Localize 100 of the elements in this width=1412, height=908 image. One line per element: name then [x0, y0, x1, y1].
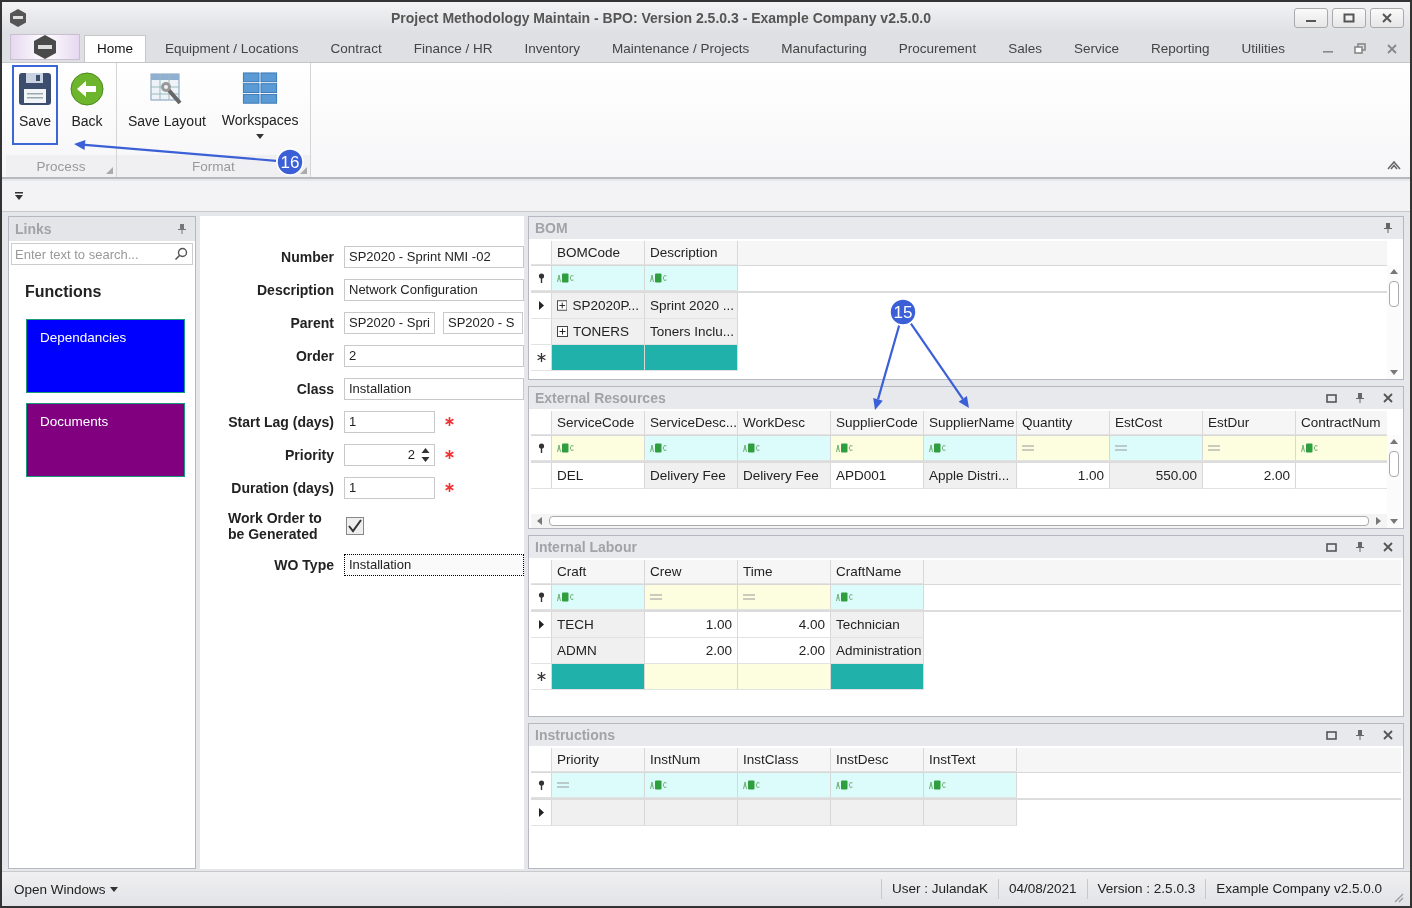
checkbox[interactable] — [346, 517, 364, 535]
filter-cell[interactable] — [831, 585, 924, 610]
caret-icon[interactable] — [109, 886, 118, 892]
number-field[interactable]: 1 — [344, 410, 435, 433]
restore-icon[interactable] — [1354, 43, 1366, 55]
ribbon-tab[interactable]: Home — [84, 35, 146, 62]
ribbon-tab[interactable]: Sales — [995, 35, 1055, 62]
column-header[interactable]: SupplierName — [924, 411, 1017, 435]
scroll-up-icon[interactable] — [1390, 439, 1398, 445]
ribbon-tab[interactable]: Contract — [317, 35, 395, 62]
restore-icon[interactable] — [1326, 393, 1337, 403]
filter-cell[interactable] — [1110, 436, 1203, 461]
column-header[interactable]: EstDur — [1203, 411, 1296, 435]
new-row-cell[interactable] — [645, 664, 738, 690]
column-header[interactable]: InstClass — [738, 748, 831, 772]
filter-cell[interactable] — [645, 585, 738, 610]
filter-cell[interactable] — [924, 773, 1017, 798]
text-field[interactable]: 2 — [344, 344, 524, 367]
filter-cell[interactable] — [552, 436, 645, 461]
ribbon-tab[interactable]: Equipment / Locations — [152, 35, 312, 62]
scroll-thumb[interactable] — [1389, 451, 1399, 477]
column-header[interactable]: Time — [738, 560, 831, 584]
pin-icon[interactable] — [177, 223, 187, 235]
close-icon[interactable] — [1381, 12, 1393, 24]
vertical-scrollbar[interactable] — [1387, 265, 1401, 379]
filter-cell[interactable] — [552, 266, 645, 291]
filter-cell[interactable] — [738, 436, 831, 461]
ribbon-button[interactable]: Save Layout — [123, 65, 211, 145]
minimize-button[interactable] — [1294, 8, 1328, 28]
restore-icon[interactable] — [1326, 730, 1337, 740]
new-row-cell[interactable] — [831, 664, 924, 690]
column-header[interactable]: SupplierCode — [831, 411, 924, 435]
ribbon-tab[interactable]: Utilities — [1228, 35, 1298, 62]
function-tile[interactable]: Dependancies — [26, 319, 185, 393]
ribbon-tab[interactable]: Maintenance / Projects — [598, 35, 763, 62]
column-header[interactable]: EstCost — [1110, 411, 1203, 435]
filter-cell[interactable] — [738, 585, 831, 610]
column-header[interactable]: CraftName — [831, 560, 924, 584]
filter-cell[interactable] — [831, 773, 924, 798]
column-header[interactable]: Priority — [552, 748, 645, 772]
scroll-left-icon[interactable] — [537, 517, 543, 525]
scroll-right-icon[interactable] — [1375, 517, 1381, 525]
column-header[interactable]: Description — [645, 241, 738, 265]
column-header[interactable]: InstDesc — [831, 748, 924, 772]
close-icon[interactable] — [1383, 393, 1393, 403]
ribbon-tab[interactable]: Manufacturing — [768, 35, 880, 62]
expand-icon[interactable] — [557, 300, 568, 311]
horizontal-scrollbar[interactable] — [531, 514, 1387, 528]
search-icon[interactable] — [174, 247, 188, 261]
row-indicator-cell[interactable] — [531, 800, 552, 826]
filter-cell[interactable] — [645, 266, 738, 291]
ribbon-button[interactable]: Back — [64, 65, 110, 145]
filter-cell[interactable] — [552, 585, 645, 610]
ribbon-tab[interactable]: Inventory — [511, 35, 593, 62]
vertical-scrollbar[interactable] — [1387, 435, 1401, 528]
column-header[interactable]: BOMCode — [552, 241, 645, 265]
ribbon-tab[interactable]: Procurement — [885, 35, 990, 62]
column-header[interactable]: ServiceDesc... — [645, 411, 738, 435]
filter-cell[interactable] — [552, 773, 645, 798]
row-indicator-cell[interactable] — [531, 293, 552, 319]
scroll-thumb[interactable] — [1389, 281, 1399, 307]
ribbon-tab[interactable]: Service — [1060, 35, 1132, 62]
new-row-cell[interactable] — [645, 345, 738, 371]
ribbon-button[interactable]: Save — [12, 65, 58, 145]
hexagon-logo-icon[interactable] — [32, 34, 58, 60]
new-row-cell[interactable] — [738, 664, 831, 690]
text-field[interactable]: Network Configuration — [344, 278, 524, 301]
filter-cell[interactable] — [831, 436, 924, 461]
filter-cell[interactable] — [738, 773, 831, 798]
restore-icon[interactable] — [1326, 542, 1337, 552]
lookup-field[interactable]: SP2020 - Spri — [344, 311, 435, 334]
close-icon[interactable] — [1383, 542, 1393, 552]
number-field[interactable]: 1 — [344, 476, 435, 499]
filter-cell[interactable] — [924, 436, 1017, 461]
row-indicator-cell[interactable] — [531, 463, 552, 489]
pin-icon[interactable] — [1355, 729, 1365, 741]
resize-grip-icon[interactable] — [1392, 891, 1404, 903]
close-button[interactable] — [1370, 8, 1404, 28]
row-indicator-cell[interactable] — [531, 612, 552, 638]
pin-icon[interactable] — [1355, 541, 1365, 553]
dropdown-icon[interactable] — [14, 192, 24, 200]
column-header[interactable]: Craft — [552, 560, 645, 584]
row-indicator-cell[interactable] — [531, 319, 552, 345]
function-tile[interactable]: Documents — [26, 403, 185, 477]
column-header[interactable]: InstNum — [645, 748, 738, 772]
filter-cell[interactable] — [645, 773, 738, 798]
new-row-cell[interactable] — [552, 664, 645, 690]
spin-field[interactable]: 2 — [344, 443, 435, 466]
scroll-down-icon[interactable] — [1390, 369, 1398, 375]
ribbon-button[interactable]: Workspaces — [216, 65, 304, 145]
column-header[interactable]: WorkDesc — [738, 411, 831, 435]
filter-cell[interactable] — [645, 436, 738, 461]
row-indicator-cell[interactable] — [531, 638, 552, 664]
filter-cell[interactable] — [1017, 436, 1110, 461]
maximize-button[interactable] — [1332, 8, 1366, 28]
ribbon-tab[interactable]: Finance / HR — [400, 35, 506, 62]
ribbon-tab[interactable]: Reporting — [1137, 35, 1223, 62]
pin-icon[interactable] — [1383, 222, 1393, 234]
spin-arrows-icon[interactable] — [421, 446, 430, 463]
maximize-icon[interactable] — [1343, 12, 1355, 24]
